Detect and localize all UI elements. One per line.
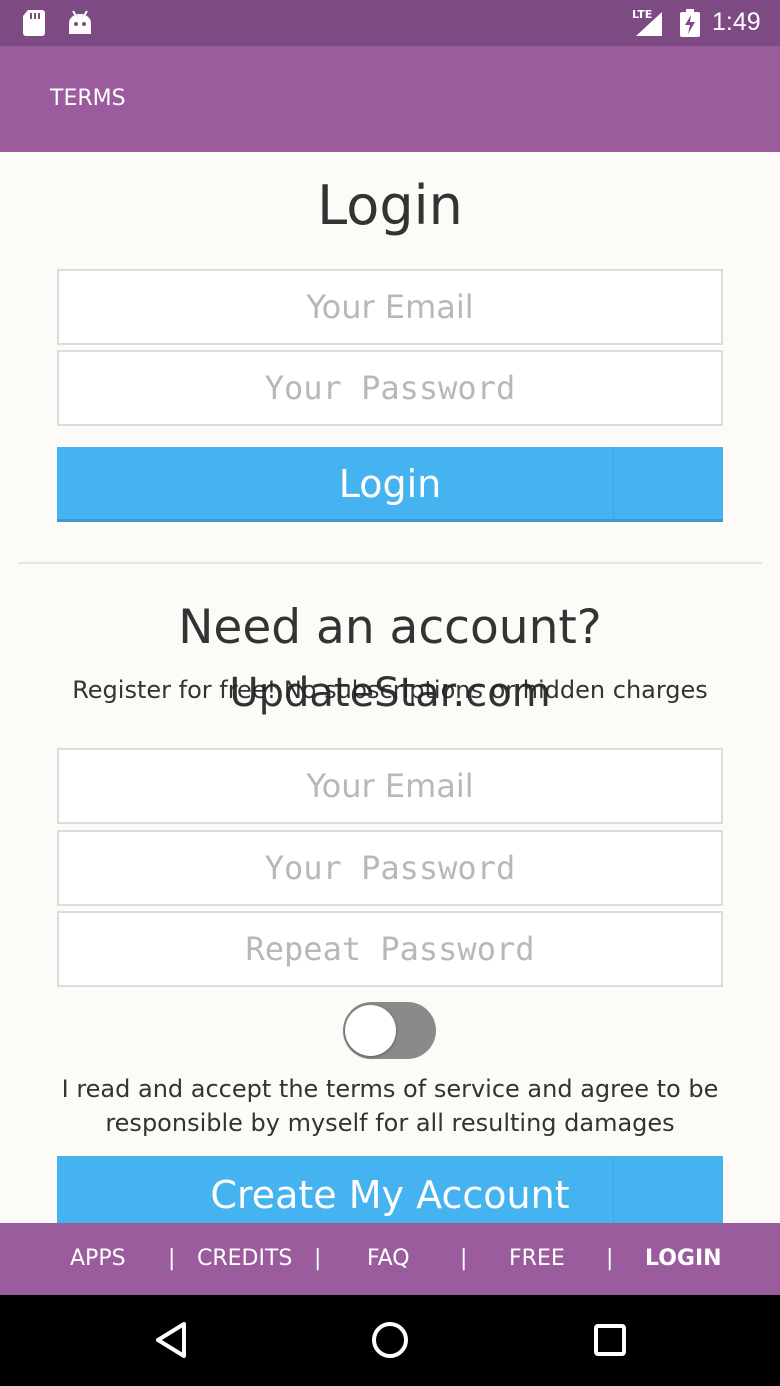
recents-icon[interactable] bbox=[590, 1320, 630, 1360]
login-email-field bbox=[57, 269, 723, 345]
terms-text: I read and accept the terms of service a… bbox=[61, 1075, 719, 1137]
nav-apps[interactable]: APPS bbox=[70, 1246, 126, 1271]
nav-credits[interactable]: CREDITS bbox=[197, 1246, 292, 1271]
nav-separator: | bbox=[168, 1246, 176, 1271]
login-button-label: Login bbox=[338, 462, 442, 506]
nav-login[interactable]: LOGIN bbox=[645, 1246, 722, 1271]
register-password-input[interactable] bbox=[59, 832, 721, 904]
toggle-knob bbox=[345, 1005, 396, 1056]
nav-separator: | bbox=[460, 1246, 468, 1271]
back-icon[interactable] bbox=[150, 1319, 192, 1361]
nav-separator: | bbox=[606, 1246, 614, 1271]
app-bar: TERMS bbox=[0, 46, 780, 152]
terms-toggle[interactable] bbox=[343, 1002, 436, 1059]
nav-faq[interactable]: FAQ bbox=[367, 1246, 410, 1271]
register-password-field bbox=[57, 830, 723, 906]
login-title: Login bbox=[317, 174, 463, 237]
terms-link[interactable]: TERMS bbox=[50, 86, 126, 111]
watermark: UpdateStar.com bbox=[229, 670, 551, 716]
nav-separator: | bbox=[314, 1246, 322, 1271]
clock: 1:49 bbox=[712, 8, 761, 36]
register-email-input[interactable] bbox=[59, 750, 721, 822]
create-account-button[interactable]: Create My Account bbox=[57, 1156, 723, 1223]
login-button[interactable]: Login bbox=[57, 447, 723, 522]
register-repeat-password-field bbox=[57, 911, 723, 987]
login-password-field bbox=[57, 350, 723, 426]
signal-icon bbox=[636, 12, 662, 36]
nav-free[interactable]: FREE bbox=[509, 1246, 565, 1271]
button-seam bbox=[613, 447, 614, 519]
sd-card-icon bbox=[23, 10, 45, 36]
register-email-field bbox=[57, 748, 723, 824]
button-seam bbox=[613, 1156, 614, 1223]
register-repeat-password-input[interactable] bbox=[59, 913, 721, 985]
main-content: Login Login Need an account? Register fo… bbox=[0, 152, 780, 1223]
system-nav-bar bbox=[0, 1295, 780, 1386]
register-title: Need an account? bbox=[178, 600, 602, 655]
battery-charging-icon bbox=[680, 9, 700, 37]
login-password-input[interactable] bbox=[59, 352, 721, 424]
section-divider bbox=[18, 562, 762, 564]
bottom-nav: APPS | CREDITS | FAQ | FREE | LOGIN bbox=[0, 1223, 780, 1295]
home-icon[interactable] bbox=[369, 1319, 411, 1361]
create-account-button-label: Create My Account bbox=[210, 1173, 570, 1217]
android-icon bbox=[69, 10, 91, 34]
login-email-input[interactable] bbox=[59, 271, 721, 343]
status-bar: LTE 1:49 bbox=[0, 0, 780, 46]
